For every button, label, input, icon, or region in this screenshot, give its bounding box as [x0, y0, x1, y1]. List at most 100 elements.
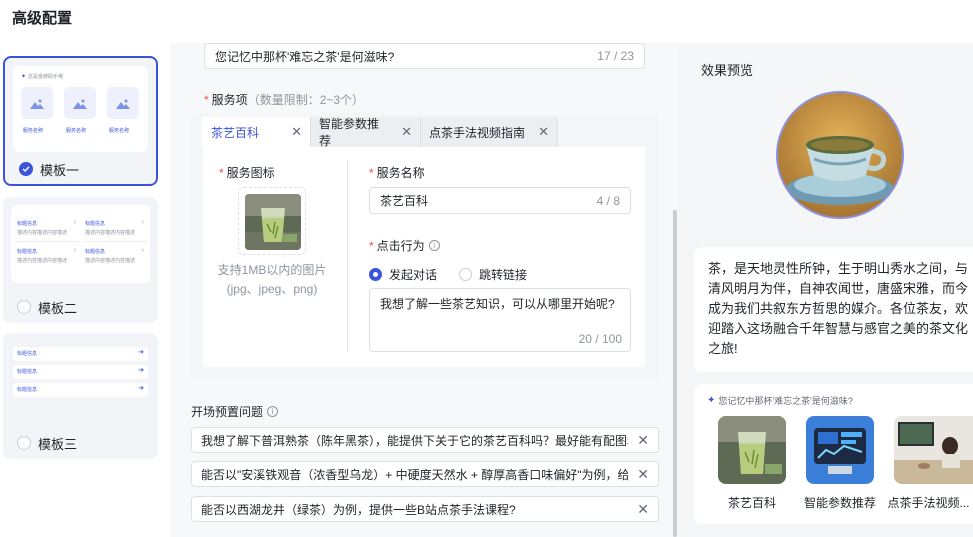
sparkle-icon: ✦	[21, 74, 27, 80]
template-3-footer: 模板三	[3, 427, 158, 459]
icon-hint-line-1: 支持1MB以内的图片	[217, 263, 327, 277]
template-1-item-label: 服务名称	[109, 128, 130, 134]
close-icon[interactable]: ✕	[637, 501, 649, 518]
divider	[347, 160, 348, 352]
welcome-question-input[interactable]: 您记忆中那杯'难忘之茶'是何滋味? 17 / 23	[204, 43, 645, 69]
radio-option-start-chat[interactable]: 发起对话	[389, 266, 437, 283]
icon-hint-line-2: (jpg、jpeg、png)	[226, 282, 318, 296]
template-1-header: 这是金牌助手哦	[28, 74, 64, 80]
radio-icon	[17, 436, 31, 450]
tab-service-3[interactable]: 点茶手法视频指南 ✕	[421, 117, 558, 147]
template-2-cell-desc: 描述内容描述内容描述	[85, 258, 136, 264]
close-icon[interactable]: ✕	[538, 124, 549, 140]
preview-service-thumb-3[interactable]	[894, 416, 973, 484]
preview-question-row[interactable]: ✦ 您记忆中那杯'难忘之茶'是何滋味?	[707, 394, 853, 407]
info-icon[interactable]: i	[267, 406, 279, 417]
template-3-row-title: 标题信息	[17, 369, 38, 375]
opening-question-text: 能否以"安溪铁观音（浓香型乌龙）+ 中硬度天然水 + 醇厚高香口味偏好"为例，给…	[201, 467, 628, 482]
preview-question-text: 您记忆中那杯'难忘之茶'是何滋味?	[718, 396, 853, 406]
tea-glass-image	[245, 194, 301, 250]
info-icon[interactable]: i	[428, 240, 440, 251]
opening-question-input[interactable]: 能否以西湖龙井（绿茶）为例，提供一些B站点茶手法课程? ✕	[191, 496, 659, 522]
radio-option-jump-link[interactable]: 跳转链接	[479, 266, 527, 283]
smart-display-image	[806, 416, 874, 484]
welcome-question-counter: 17 / 23	[597, 49, 634, 63]
arrow-right-icon: ➔	[138, 349, 144, 356]
message-counter: 20 / 100	[578, 332, 622, 346]
preview-service-thumb-2[interactable]	[806, 416, 874, 484]
close-icon[interactable]: ✕	[637, 432, 649, 449]
required-mark: *	[369, 238, 374, 253]
template-3-row-title: 标题信息	[17, 351, 38, 357]
template-2-cell-title: 标题信息	[85, 249, 106, 255]
chevron-right-icon: ›	[73, 247, 76, 254]
service-icon-upload[interactable]	[238, 187, 306, 255]
service-icon-hint: 支持1MB以内的图片 (jpg、jpeg、png)	[205, 261, 339, 299]
close-icon[interactable]: ✕	[401, 124, 412, 140]
tab-label: 点茶手法视频指南	[429, 125, 526, 140]
scrollbar[interactable]	[673, 210, 677, 537]
template-2-cell-title: 标题信息	[17, 221, 38, 227]
service-name-counter: 4 / 8	[596, 193, 620, 208]
sparkle-icon: ✦	[707, 395, 716, 406]
chevron-right-icon: ›	[73, 219, 76, 226]
template-2-label: 模板二	[38, 300, 78, 316]
services-hint: （数量限制：2~3个）	[247, 93, 365, 107]
template-card-2[interactable]: 标题信息 描述内容描述内容描述 › 标题信息 描述内容描述内容描述 › 标题信息…	[3, 197, 158, 323]
preview-service-label-2: 智能参数推荐	[803, 496, 876, 510]
template-2-footer: 模板二	[3, 291, 158, 323]
image-placeholder-icon	[64, 87, 96, 119]
intro-message-text: 茶，是天地灵性所钟，生于明山秀水之间，与清风明月为伴，自神农闻世，唐盛宋雅，而今…	[708, 261, 969, 356]
message-value: 我想了解一些茶艺知识，可以从哪里开始呢?	[380, 297, 615, 311]
services-label-row: * 服务项（数量限制：2~3个）	[204, 91, 364, 108]
tea-glass-image	[718, 416, 786, 484]
tab-label: 茶艺百科	[211, 125, 260, 140]
click-action-label-row: * 点击行为 i	[369, 237, 440, 254]
template-1-label: 模板一	[40, 162, 80, 178]
service-name-label-row: * 服务名称	[369, 164, 425, 181]
teacup-painting-image	[778, 93, 902, 217]
radio-selected-icon[interactable]	[369, 268, 382, 281]
template-2-cell-desc: 描述内容描述内容描述	[85, 230, 136, 236]
opening-questions-label-row: 开场预置问题 i	[191, 403, 279, 420]
opening-question-text: 我想了解下普洱熟茶（陈年黑茶），能提供下关于它的茶艺百科吗？最好能有配图和	[201, 433, 628, 448]
template-card-1[interactable]: ✦ 这是金牌助手哦 服务名称 服务名称 服务名称 模板一	[3, 56, 158, 186]
image-placeholder-icon	[107, 87, 139, 119]
template-3-row: 标题信息 ➔	[13, 383, 148, 397]
close-icon[interactable]: ✕	[637, 466, 649, 483]
template-1-footer: 模板一	[5, 154, 156, 184]
avatar	[776, 91, 904, 219]
required-mark: *	[369, 166, 374, 180]
opening-questions-label: 开场预置问题	[191, 405, 264, 419]
tab-service-2[interactable]: 智能参数推荐 ✕	[311, 117, 421, 148]
chevron-right-icon: ›	[141, 247, 144, 254]
template-2-cell-desc: 描述内容描述内容描述	[17, 258, 68, 264]
tab-service-1[interactable]: 茶艺百科 ✕	[202, 117, 311, 147]
radio-icon[interactable]	[459, 268, 473, 281]
template-3-label: 模板三	[38, 436, 78, 452]
required-mark: *	[204, 93, 209, 107]
template-2-cell-title: 标题信息	[17, 249, 38, 255]
message-textarea[interactable]: 我想了解一些茶艺知识，可以从哪里开始呢? 20 / 100	[369, 288, 631, 352]
template-1-item-label: 服务名称	[66, 128, 87, 134]
template-3-row-title: 标题信息	[17, 387, 38, 393]
required-mark: *	[219, 166, 224, 180]
tab-label: 智能参数推荐	[319, 117, 380, 148]
template-3-row: 标题信息 ➔	[13, 365, 148, 379]
opening-question-input[interactable]: 能否以"安溪铁观音（浓香型乌龙）+ 中硬度天然水 + 醇厚高香口味偏好"为例，给…	[191, 461, 659, 487]
preview-service-thumb-1[interactable]	[718, 416, 786, 484]
template-2-cell: 标题信息 描述内容描述内容描述 ›	[83, 219, 147, 242]
template-3-preview: 标题信息 ➔ 标题信息 ➔ 标题信息 ➔	[11, 341, 150, 415]
page-title: 高级配置	[12, 10, 73, 27]
close-icon[interactable]: ✕	[291, 124, 302, 140]
service-name-value: 茶艺百科	[380, 194, 429, 208]
preview-service-label-3: 点茶手法视频...	[887, 496, 970, 510]
template-card-3[interactable]: 标题信息 ➔ 标题信息 ➔ 标题信息 ➔ 模板三	[3, 333, 158, 459]
service-icon-label-row: * 服务图标	[219, 164, 275, 181]
template-1-item-label: 服务名称	[23, 128, 44, 134]
service-name-input[interactable]: 茶艺百科 4 / 8	[369, 187, 631, 214]
tea-ceremony-video-image	[894, 416, 973, 484]
image-placeholder-icon	[21, 87, 53, 119]
click-action-radio-group: 发起对话 跳转链接	[369, 266, 527, 283]
opening-question-input[interactable]: 我想了解下普洱熟茶（陈年黑茶），能提供下关于它的茶艺百科吗？最好能有配图和 ✕	[191, 427, 659, 453]
